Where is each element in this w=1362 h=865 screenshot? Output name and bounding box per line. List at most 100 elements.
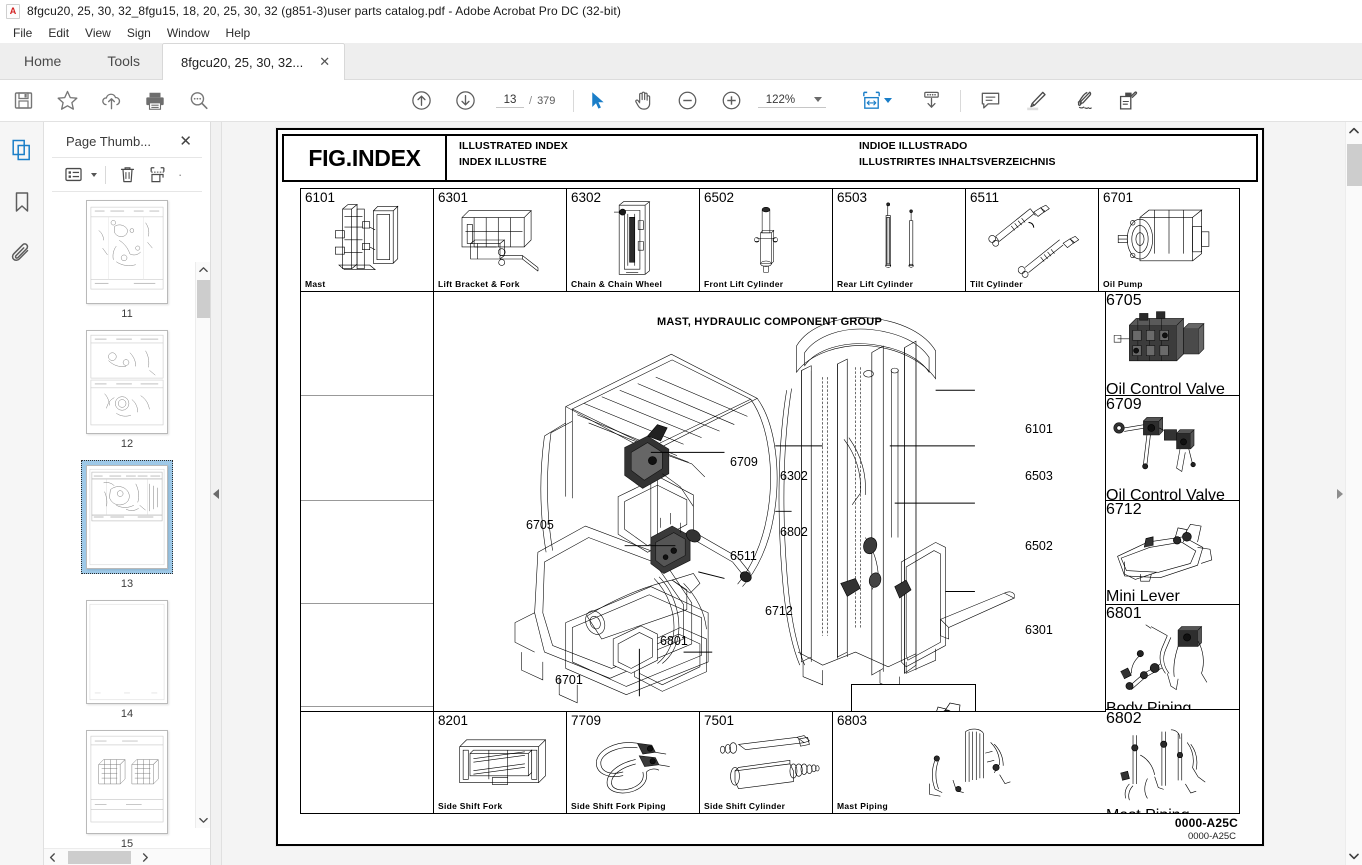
menu-item-view[interactable]: View <box>77 24 119 42</box>
scroll-down-icon[interactable] <box>1346 848 1362 865</box>
chevron-left-icon <box>213 488 219 499</box>
document-header-band: FIG.INDEX ILLUSTRATED INDEX INDEX ILLUST… <box>282 134 1258 182</box>
chain-chain-wheel-icon <box>567 189 699 291</box>
index-cell-6701[interactable]: 6701 Oil Pump <box>1099 189 1239 291</box>
list-item[interactable]: 11 <box>86 200 168 320</box>
scroll-up-icon[interactable] <box>196 262 210 277</box>
menu-item-window[interactable]: Window <box>159 24 218 42</box>
page-thumbnail[interactable] <box>86 465 168 569</box>
page-thumbnails-icon[interactable] <box>6 134 38 166</box>
tab-tools[interactable]: Tools <box>85 43 163 79</box>
thumbnails-scroll-area: 11 12 13 14 15 <box>44 192 210 848</box>
chevron-down-icon[interactable] <box>814 97 823 102</box>
index-cell-6503[interactable]: 6503 Rear Lift Cylinder <box>833 189 966 291</box>
close-icon[interactable]: ✕ <box>319 56 330 69</box>
page-thumbnail[interactable] <box>86 330 168 434</box>
index-cell-6511[interactable]: 6511 Tilt Cylinder <box>966 189 1099 291</box>
page-thumbnail[interactable] <box>86 600 168 704</box>
index-cell-6712[interactable]: 6712 Mini Lever <box>1106 501 1239 606</box>
attachments-icon[interactable] <box>6 238 38 270</box>
toolbar-divider-2 <box>960 89 962 112</box>
zoom-out-icon[interactable] <box>674 88 700 114</box>
scrollbar-thumb[interactable] <box>197 280 210 318</box>
index-cell-6802[interactable]: 6802 <box>1106 710 1239 813</box>
delete-pages-icon[interactable] <box>114 163 140 187</box>
highlight-icon[interactable] <box>1023 88 1049 114</box>
tab-document[interactable]: 8fgcu20, 25, 30, 32... ✕ <box>162 43 346 80</box>
menu-item-help[interactable]: Help <box>218 24 259 42</box>
index-left-empty-column <box>301 292 434 711</box>
tab-home[interactable]: Home <box>0 43 86 79</box>
sign-icon[interactable] <box>1069 88 1095 114</box>
index-cell-6801[interactable]: 6801 Body Piping <box>1106 605 1239 710</box>
list-item[interactable]: 12 <box>86 330 168 450</box>
title-bar: A 8fgcu20, 25, 30, 32_8fgu15, 18, 20, 25… <box>0 0 1362 22</box>
close-icon[interactable]: ✕ <box>179 134 192 149</box>
index-cell-6803[interactable]: 6803 Mast Piping <box>833 712 1106 813</box>
list-item[interactable]: 14 <box>86 600 168 720</box>
front-lift-cylinder-icon <box>700 189 832 291</box>
index-cell-6502[interactable]: 6502 Front Lift Cylinder <box>700 189 833 291</box>
hand-icon[interactable] <box>630 88 656 114</box>
index-cell-7501[interactable]: 7501 Side Shift Cylinder <box>700 712 833 813</box>
thumbnails-horizontal-scrollbar[interactable] <box>44 848 210 865</box>
index-cell-8201[interactable]: 8201 Side Shift Fork <box>434 712 567 813</box>
page-separator: / <box>529 94 533 107</box>
thumbnails-toolbar-divider <box>105 165 106 184</box>
page-thumbnail[interactable] <box>86 200 168 304</box>
scroll-right-icon[interactable] <box>137 849 153 865</box>
menu-item-sign[interactable]: Sign <box>119 24 159 42</box>
list-item[interactable]: 15 <box>86 730 168 848</box>
thumbnails-toolbar: · <box>52 158 202 192</box>
fit-page-chevron-icon[interactable] <box>884 98 893 103</box>
scroll-up-icon[interactable] <box>1346 122 1362 139</box>
stamp-icon[interactable] <box>1115 88 1141 114</box>
index-cell-6301[interactable]: 6301 Lift Bracket & Fork <box>434 189 567 291</box>
scrollbar-thumb[interactable] <box>68 851 131 864</box>
extract-pages-icon[interactable] <box>144 163 170 187</box>
cloud-upload-icon[interactable] <box>98 88 124 114</box>
page-number-input[interactable] <box>496 93 524 108</box>
panel-collapse-handle[interactable] <box>211 122 222 865</box>
cell-number: 6705 <box>1106 292 1142 309</box>
oil-control-valve-link-icon <box>1106 414 1239 487</box>
scrollbar-thumb[interactable] <box>1347 144 1362 186</box>
scroll-left-icon[interactable] <box>44 849 60 865</box>
next-page-icon[interactable] <box>452 88 478 114</box>
oil-control-valve-icon <box>1106 310 1239 381</box>
zoom-in-icon[interactable] <box>718 88 744 114</box>
right-panel-expand-handle[interactable] <box>1334 482 1345 506</box>
index-cell-6101[interactable]: 6101 Mast <box>301 189 434 291</box>
cell-name: Rear Lift Cylinder <box>837 279 914 289</box>
cursor-select-icon[interactable] <box>584 88 610 114</box>
index-cell-7709[interactable]: 7709 Side Shift Fork Piping <box>567 712 700 813</box>
thumbnail-selection-frame <box>86 730 168 834</box>
comment-icon[interactable] <box>977 88 1003 114</box>
page-options-icon[interactable] <box>60 163 86 187</box>
search-icon[interactable] <box>186 88 212 114</box>
page-thumbnail[interactable] <box>86 730 168 834</box>
index-cell-6709[interactable]: 6709 Oil Control Valve <box>1106 396 1239 501</box>
print-icon[interactable] <box>142 88 168 114</box>
page-code-sub: 0000-A25C <box>1187 831 1236 842</box>
page-scrolling-icon[interactable] <box>918 88 944 114</box>
fit-page-icon[interactable] <box>858 88 884 114</box>
scroll-down-icon[interactable] <box>196 813 210 828</box>
star-icon[interactable] <box>54 88 80 114</box>
index-cell-6302[interactable]: 6302 Chain & Chain Wheel <box>567 189 700 291</box>
chevron-down-icon[interactable] <box>91 172 97 177</box>
menu-item-edit[interactable]: Edit <box>40 24 77 42</box>
cell-number: 6709 <box>1106 396 1142 414</box>
previous-page-icon[interactable] <box>408 88 434 114</box>
list-item[interactable]: 13 <box>81 460 173 590</box>
index-cell-6705[interactable]: 6705 Oil Control Valve <box>1106 292 1239 397</box>
header-index-illustre: INDEX ILLUSTRE <box>459 156 547 168</box>
thumbnails-panel-title: Page Thumb... <box>66 134 152 149</box>
header-illustrated-index: ILLUSTRATED INDEX <box>459 140 568 152</box>
thumbnails-vertical-scrollbar[interactable] <box>195 262 210 828</box>
save-icon[interactable] <box>10 88 36 114</box>
zoom-control[interactable]: 122% <box>758 94 827 108</box>
bookmarks-icon[interactable] <box>6 186 38 218</box>
document-vertical-scrollbar[interactable] <box>1345 122 1362 865</box>
menu-item-file[interactable]: File <box>5 24 40 42</box>
